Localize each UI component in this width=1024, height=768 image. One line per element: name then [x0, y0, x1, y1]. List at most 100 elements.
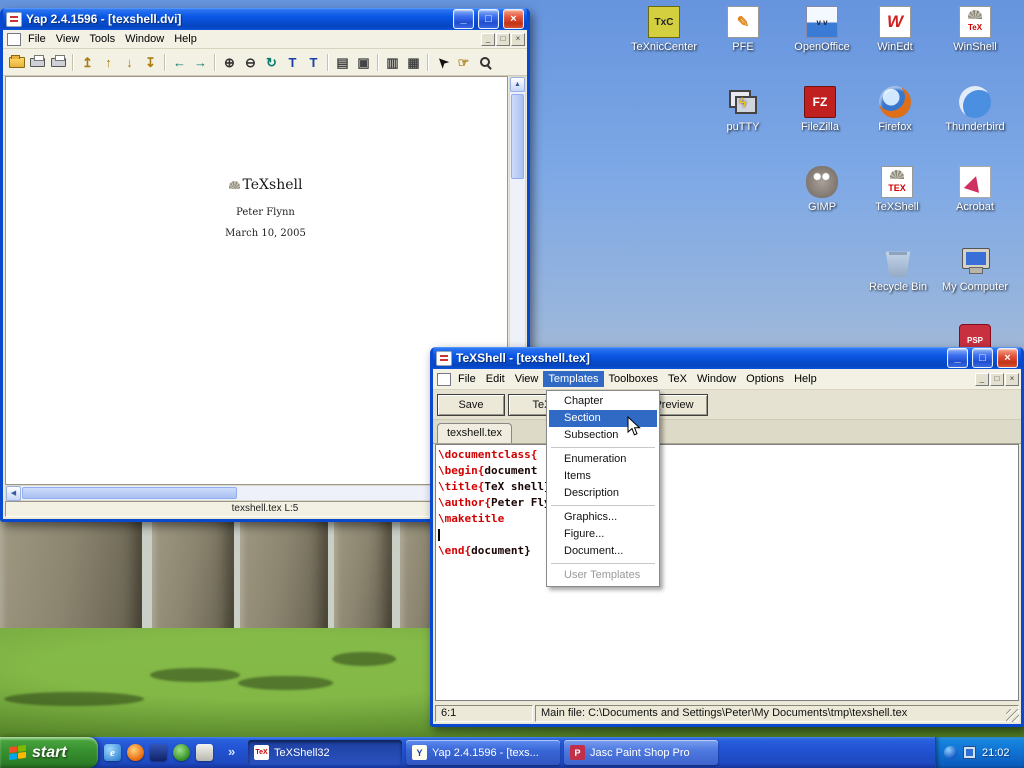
desktop-icon-thunderbird[interactable]: Thunderbird	[937, 86, 1013, 133]
taskbar-task-jasc-paint-shop-pro[interactable]: PJasc Paint Shop Pro	[564, 740, 718, 765]
forward-icon[interactable]: →	[190, 52, 211, 73]
desktop-icon-acrobat[interactable]: Acrobat	[937, 166, 1013, 213]
minimize-button[interactable]: _	[947, 348, 968, 368]
print-icon[interactable]	[27, 52, 48, 73]
templates-menu-item-document[interactable]: Document...	[549, 543, 657, 560]
facing-pages-icon[interactable]: ▣	[353, 52, 374, 73]
print-setup-icon[interactable]	[48, 52, 69, 73]
refresh-icon[interactable]: ↻	[261, 52, 282, 73]
save-button[interactable]: Save	[437, 394, 505, 416]
texshell-menu-edit[interactable]: Edit	[481, 371, 510, 387]
mdi-minimize-button[interactable]: _	[481, 33, 495, 46]
text-select-icon[interactable]: T	[282, 52, 303, 73]
minimize-button[interactable]: _	[453, 9, 474, 29]
menu-separator	[551, 447, 655, 448]
quicklaunch-ie-icon[interactable]: e	[104, 744, 121, 761]
texshell-menu-file[interactable]: File	[453, 371, 481, 387]
desktop-icon-label: OpenOffice	[784, 41, 860, 53]
code-editor[interactable]: \documentclass{\begin{document\title{TeX…	[435, 444, 1019, 701]
templates-menu-item-chapter[interactable]: Chapter	[549, 393, 657, 410]
zoom-in-icon[interactable]: ⊕	[219, 52, 240, 73]
horizontal-scrollbar-thumb[interactable]	[22, 487, 237, 499]
mdi-restore-button[interactable]: □	[496, 33, 510, 46]
texshell-menu-templates[interactable]: Templates	[543, 371, 603, 387]
close-button[interactable]: ×	[503, 9, 524, 29]
bluetooth-icon[interactable]	[944, 746, 957, 759]
texshell-menu-view[interactable]: View	[510, 371, 544, 387]
vertical-scrollbar-thumb[interactable]	[511, 94, 524, 179]
mdi-restore-button[interactable]: □	[990, 373, 1004, 386]
prev-page-icon[interactable]: ↑	[98, 52, 119, 73]
texshell-menu-tex[interactable]: TeX	[663, 371, 692, 387]
taskbar-task-yap-2-4-1596-texs[interactable]: YYap 2.4.1596 - [texs...	[406, 740, 560, 765]
toolbar-separator	[164, 54, 166, 71]
desktop-icon-firefox[interactable]: Firefox	[857, 86, 933, 133]
desktop-icon-recycle-bin[interactable]: Recycle Bin	[860, 246, 936, 293]
single-page-icon[interactable]: ▤	[332, 52, 353, 73]
tab-texshell-tex[interactable]: texshell.tex	[437, 423, 512, 443]
maximize-button[interactable]: □	[972, 348, 993, 368]
quicklaunch-app3-icon[interactable]	[196, 744, 213, 761]
main-file-status: Main file: C:\Documents and Settings\Pet…	[535, 705, 1019, 722]
grid-view-icon[interactable]: ▦	[403, 52, 424, 73]
desktop-icon-filezilla[interactable]: FZFileZilla	[782, 86, 858, 133]
desktop-icon-pfe[interactable]: ✎PFE	[705, 6, 781, 53]
thumbnails-icon[interactable]: ▥	[382, 52, 403, 73]
desktop-icon-label: WinEdt	[857, 41, 933, 53]
desktop-icon-winshell[interactable]: TeXWinShell	[937, 6, 1013, 53]
magnifier-icon[interactable]	[474, 52, 495, 73]
zoom-out-icon[interactable]: ⊖	[240, 52, 261, 73]
scroll-left-button[interactable]: ◀	[6, 486, 21, 501]
text-tool-icon[interactable]: T	[303, 52, 324, 73]
quicklaunch-firefox-icon[interactable]	[127, 744, 144, 761]
templates-menu-item-figure[interactable]: Figure...	[549, 526, 657, 543]
yap-menu-help[interactable]: Help	[169, 31, 202, 47]
templates-menu-item-enumeration[interactable]: Enumeration	[549, 451, 657, 468]
templates-menu-item-section[interactable]: Section	[549, 410, 657, 427]
templates-menu-item-description[interactable]: Description	[549, 485, 657, 502]
mdi-minimize-button[interactable]: _	[975, 373, 989, 386]
overflow-chevron-icon[interactable]: »	[228, 744, 235, 759]
maximize-button[interactable]: □	[478, 9, 499, 29]
yap-titlebar[interactable]: Yap 2.4.1596 - [texshell.dvi] _ □ ×	[3, 8, 527, 30]
yap-toolbar: ↥↑↓↧←→⊕⊖↻TT▤▣▥▦➤☞	[3, 49, 527, 76]
close-button[interactable]: ×	[997, 348, 1018, 368]
desktop-icon-texniccenter[interactable]: TxCTeXnicCenter	[626, 6, 702, 53]
last-page-icon[interactable]: ↧	[140, 52, 161, 73]
templates-menu-item-subsection[interactable]: Subsection	[549, 427, 657, 444]
hand-icon[interactable]: ☞	[453, 52, 474, 73]
texshell-menu-window[interactable]: Window	[692, 371, 741, 387]
resize-grip[interactable]	[1006, 709, 1019, 722]
yap-menu-view[interactable]: View	[51, 31, 85, 47]
mdi-close-button[interactable]: ×	[1005, 373, 1019, 386]
texshell-menu-help[interactable]: Help	[789, 371, 822, 387]
desktop-icon-openoffice[interactable]: v vOpenOffice	[784, 6, 860, 53]
first-page-icon[interactable]: ↥	[77, 52, 98, 73]
network-icon[interactable]	[963, 746, 976, 759]
yap-menu-tools[interactable]: Tools	[84, 31, 120, 47]
taskbar-task-texshell32[interactable]: TeXTeXShell32	[248, 740, 402, 765]
texshell-menu-items: FileEditViewTemplatesToolboxesTeXWindowO…	[453, 371, 822, 387]
quicklaunch-app1-icon[interactable]	[150, 744, 167, 761]
desktop-icon-texshell[interactable]: TEXTeXShell	[859, 166, 935, 213]
quicklaunch-app2-icon[interactable]	[173, 744, 190, 761]
desktop-icon-gimp[interactable]: GIMP	[784, 166, 860, 213]
yap-menu-file[interactable]: File	[23, 31, 51, 47]
pointer-icon[interactable]: ➤	[432, 52, 453, 73]
desktop-icon-winedt[interactable]: WWinEdt	[857, 6, 933, 53]
desktop-icon-label: Firefox	[857, 121, 933, 133]
desktop-icon-putty[interactable]: ϟpuTTY	[705, 86, 781, 133]
yap-menu-window[interactable]: Window	[120, 31, 169, 47]
open-icon[interactable]	[6, 52, 27, 73]
templates-menu-item-graphics[interactable]: Graphics...	[549, 509, 657, 526]
texshell-titlebar[interactable]: TeXShell - [texshell.tex] _ □ ×	[433, 347, 1021, 369]
mdi-close-button[interactable]: ×	[511, 33, 525, 46]
templates-menu-item-items[interactable]: Items	[549, 468, 657, 485]
texshell-menu-options[interactable]: Options	[741, 371, 789, 387]
start-button[interactable]: start	[0, 737, 98, 768]
next-page-icon[interactable]: ↓	[119, 52, 140, 73]
desktop-icon-my-computer[interactable]: My Computer	[937, 246, 1013, 293]
scroll-up-button[interactable]: ▲	[510, 77, 525, 92]
back-icon[interactable]: ←	[169, 52, 190, 73]
texshell-menu-toolboxes[interactable]: Toolboxes	[604, 371, 664, 387]
